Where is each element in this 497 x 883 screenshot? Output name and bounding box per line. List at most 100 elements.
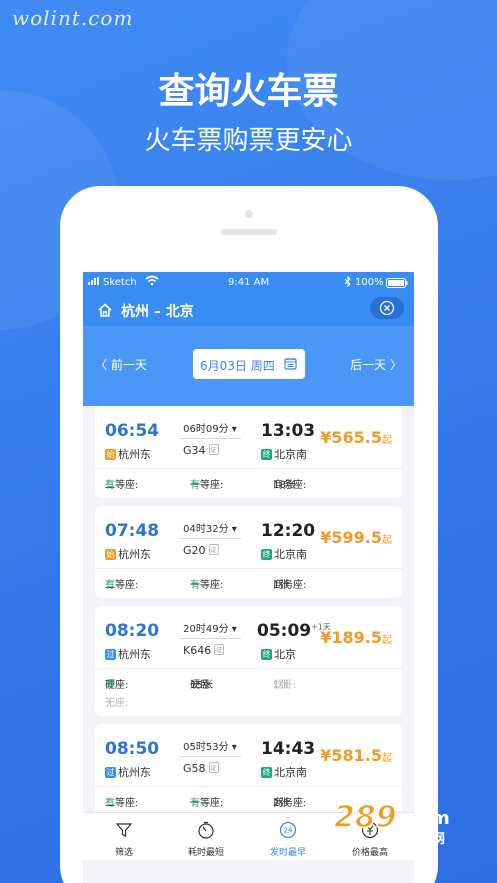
dropdown-icon: ▾ [231, 424, 237, 435]
departure-station: 过杭州东 [105, 766, 151, 779]
tab-shortest[interactable]: 耗时最短 [165, 813, 247, 861]
end-tag: 终 [261, 649, 272, 660]
home-icon[interactable] [97, 302, 113, 318]
tab-label: 筛选 [114, 848, 133, 858]
duration[interactable]: 04时32分 ▾ [179, 520, 241, 539]
prev-day-button[interactable]: 〈 前一天 [95, 356, 147, 373]
promo-headline: 查询火车票 [158, 71, 339, 112]
seat-count: 有 [190, 798, 200, 809]
timer-icon [198, 821, 214, 839]
dropdown-icon: ▾ [231, 524, 237, 535]
departure-time: 08:20 [105, 621, 160, 641]
tab-label: 价格最高 [351, 848, 388, 858]
tab-earliest[interactable]: 24 发时最早 [247, 813, 329, 861]
seat-count: 有 [105, 480, 115, 491]
train-number: K646 证 [183, 644, 225, 657]
dropdown-icon: ▾ [231, 742, 237, 753]
next-day-button[interactable]: 后一天 〉 [350, 356, 402, 373]
departure-station: 始杭州东 [105, 548, 151, 561]
train-number: G58 证 [183, 762, 219, 775]
seat-count: 有 [105, 580, 115, 591]
chevron-right-icon: 〉 [386, 358, 402, 372]
dropdown-icon: ▾ [231, 624, 237, 635]
promo-subtitle: 火车票购票更安心 [144, 126, 353, 156]
departure-time: 07:48 [105, 521, 160, 541]
arrival-time: 12:20 [261, 521, 316, 541]
id-card-icon: 证 [214, 644, 225, 655]
calendar-icon [284, 358, 297, 370]
train-number: G20 证 [183, 544, 219, 557]
seat-count: 2张 [273, 798, 290, 809]
end-tag: 终 [261, 767, 272, 778]
speaker-slot [221, 229, 277, 235]
train-card[interactable]: 07:48 始杭州东 04时32分 ▾ G20 证 12:20 终北京南 ¥599… [95, 506, 402, 598]
train-card[interactable]: 08:20 过杭州东 20时49分 ▾ K646 证 05:09+1天 终北京 ¥… [95, 606, 402, 716]
seat-count: 18张 [273, 480, 296, 491]
status-time: 9:41 AM [228, 277, 270, 288]
battery-icon [386, 278, 408, 291]
seat-count: 1张 [273, 580, 290, 591]
seat-count: 无 [105, 698, 115, 709]
selected-date: 6月03日 周四 [200, 359, 275, 373]
price: ¥581.5起 [320, 746, 392, 765]
id-card-icon: 证 [208, 544, 219, 555]
divider [95, 468, 402, 469]
divider [95, 568, 402, 569]
close-button[interactable] [370, 297, 404, 319]
duration[interactable]: 20时49分 ▾ [179, 620, 241, 639]
seat-count: 有 [105, 680, 115, 691]
arrival-time: 13:03 [261, 421, 316, 441]
tab-label: 耗时最短 [187, 848, 224, 858]
departure-time: 08:50 [105, 739, 160, 759]
seat-count: 15张 [190, 680, 213, 691]
end-tag: 终 [261, 449, 272, 460]
date-picker[interactable]: 6月03日 周四 [193, 349, 305, 379]
arrival-time: 14:43 [261, 739, 316, 759]
bluetooth-icon [344, 275, 351, 290]
departure-station: 过杭州东 [105, 648, 151, 661]
prev-day-label: 前一天 [110, 358, 147, 372]
seat-count: 有 [190, 480, 200, 491]
close-icon [379, 300, 395, 316]
seat-count: 有 [190, 580, 200, 591]
clock-24-icon: 24 [279, 821, 297, 839]
tab-filter[interactable]: 筛选 [83, 813, 165, 861]
duration[interactable]: 05时53分 ▾ [179, 738, 241, 757]
start-tag: 始 [105, 549, 116, 560]
price: ¥565.5起 [320, 428, 392, 447]
arrival-station: 终北京南 [261, 548, 307, 561]
seat-count: 有 [105, 798, 115, 809]
brand-logo: 289 com 手游网 [333, 799, 474, 847]
end-tag: 终 [261, 549, 272, 560]
battery-percent: 100% [355, 277, 384, 288]
departure-time: 06:54 [105, 421, 160, 441]
filter-icon [115, 823, 133, 837]
route-title: 杭州 – 北京 [121, 304, 194, 320]
pass-tag: 过 [105, 767, 116, 778]
train-number: G34 证 [183, 444, 219, 457]
nav-bar: 杭州 – 北京 [83, 294, 414, 326]
status-bar: Sketch 9:41 AM 100% [83, 272, 414, 294]
next-day-label: 后一天 [350, 358, 387, 372]
date-bar: 〈 前一天 6月03日 周四 后一天 〉 [83, 326, 414, 406]
logo-number: 289 [333, 799, 397, 836]
logo-suffix: com [408, 808, 450, 829]
start-tag: 始 [105, 449, 116, 460]
chevron-left-icon: 〈 [95, 358, 111, 372]
logo-caption: 手游网 [406, 832, 446, 847]
watermark: wolint.com [12, 6, 134, 30]
signal-icon [88, 277, 104, 288]
price: ¥599.5起 [320, 528, 392, 547]
svg-text:24: 24 [284, 827, 293, 835]
train-card[interactable]: 06:54 始杭州东 06时09分 ▾ G34 证 13:03 终北京南 ¥565… [95, 406, 402, 498]
wifi-icon [145, 275, 159, 289]
id-card-icon: 证 [208, 444, 219, 455]
departure-station: 始杭州东 [105, 448, 151, 461]
price: ¥189.5起 [320, 628, 392, 647]
pass-tag: 过 [105, 649, 116, 660]
carrier-name: Sketch [103, 277, 137, 288]
id-card-icon: 证 [208, 762, 219, 773]
arrival-station: 终北京南 [261, 448, 307, 461]
app-screen: Sketch 9:41 AM 100% 杭州 – 北京 〈 前一天 6月03日 … [83, 272, 414, 883]
duration[interactable]: 06时09分 ▾ [179, 420, 241, 439]
